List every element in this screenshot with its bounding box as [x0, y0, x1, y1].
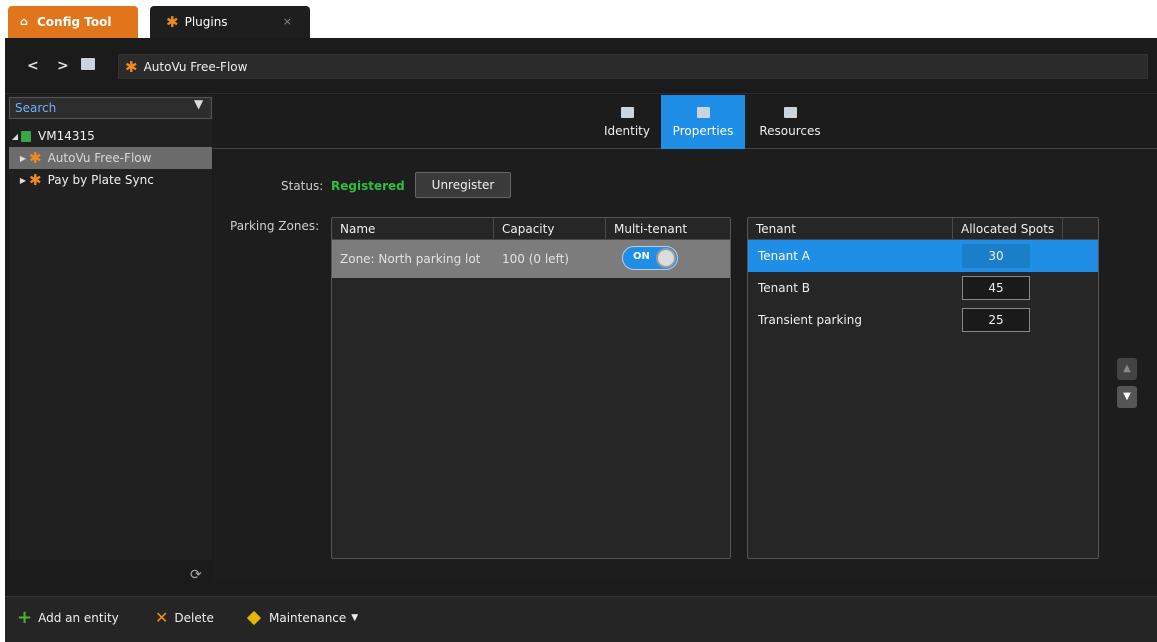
zone-name: Zone: North parking lot [340, 252, 481, 266]
refresh-icon[interactable]: ⟳ [190, 567, 202, 583]
tree-item-autovu-free-flow[interactable]: ▶ ✱ AutoVu Free-Flow [9, 147, 212, 169]
move-down-button[interactable]: ▼ [1117, 386, 1137, 408]
tab-resources[interactable]: Resources [753, 95, 827, 149]
table-row[interactable]: Tenant B 45 [748, 272, 1098, 304]
tree-item-server[interactable]: ◢ VM14315 [9, 125, 212, 147]
address-bar[interactable]: ✱ AutoVu Free-Flow [118, 54, 1148, 79]
entity-tree: ◢ VM14315 ▶ ✱ AutoVu Free-Flow ▶ ✱ Pay b… [9, 125, 212, 191]
navigation-bar: < > ✱ AutoVu Free-Flow [5, 38, 1157, 94]
allocated-spots-input[interactable]: 25 [962, 308, 1030, 332]
plugin-star-icon: ✱ [125, 57, 138, 76]
tasks-icon[interactable] [81, 58, 95, 70]
table-row[interactable]: Transient parking 25 [748, 304, 1098, 336]
tab-config-tool[interactable]: ⌂ Config Tool [8, 6, 138, 38]
column-header-tenant[interactable]: Tenant [748, 218, 953, 239]
tab-plugins[interactable]: ✱ Plugins × [150, 6, 310, 38]
tenant-name: Tenant B [758, 281, 810, 295]
content-area: Identity Properties Resources Status: Re… [213, 95, 1157, 579]
tenants-table: Tenant Allocated Spots Tenant A 30 Tenan… [747, 217, 1099, 559]
main-window: < > ✱ AutoVu Free-Flow Search ▼ ◢ VM1431… [5, 38, 1157, 642]
resources-icon [783, 106, 797, 118]
forward-button[interactable]: > [57, 58, 69, 74]
move-up-button[interactable]: ▲ [1117, 358, 1137, 380]
bottom-toolbar: + Add an entity ✕ Delete Maintenance ▼ [5, 596, 1157, 642]
expand-arrow-icon[interactable]: ▶ [17, 154, 29, 163]
allocated-spots-input[interactable]: 45 [962, 276, 1030, 300]
column-header-capacity[interactable]: Capacity [494, 218, 606, 239]
status-value: Registered [331, 179, 405, 193]
multi-tenant-toggle[interactable]: ON [622, 245, 678, 270]
parking-zones-table: Name Capacity Multi-tenant Zone: North p… [331, 217, 731, 559]
chevron-down-icon: ▼ [351, 613, 359, 623]
tab-identity[interactable]: Identity [598, 95, 656, 149]
unregister-button[interactable]: Unregister [415, 172, 511, 198]
tab-plugins-label: Plugins [184, 15, 228, 29]
entity-tree-panel: Search ▼ ◢ VM14315 ▶ ✱ AutoVu Free-Flow … [9, 95, 212, 560]
search-input[interactable]: Search [9, 97, 212, 119]
column-header-name[interactable]: Name [332, 218, 494, 239]
content-tabs: Identity Properties Resources [213, 95, 1157, 149]
tenant-name: Tenant A [758, 249, 810, 263]
tab-config-tool-label: Config Tool [37, 15, 112, 29]
address-text: AutoVu Free-Flow [143, 59, 248, 74]
identity-icon [620, 106, 634, 118]
tab-label: Identity [604, 123, 650, 138]
server-icon [21, 130, 31, 142]
column-header-allocated-spots[interactable]: Allocated Spots [953, 218, 1063, 239]
plugin-star-icon: ✱ [29, 171, 42, 189]
tree-item-label: VM14315 [38, 129, 95, 143]
column-header-multi-tenant[interactable]: Multi-tenant [606, 218, 730, 239]
toggle-knob [656, 247, 676, 268]
expand-arrow-icon[interactable]: ▶ [17, 176, 29, 185]
add-entity-button[interactable]: + Add an entity [17, 607, 119, 628]
tab-label: Resources [759, 123, 821, 138]
parking-zones-label: Parking Zones: [230, 219, 320, 233]
maintenance-icon [246, 610, 262, 626]
back-button[interactable]: < [27, 58, 39, 74]
delete-label: Delete [174, 611, 214, 625]
tab-strip: ⌂ Config Tool ✱ Plugins × [0, 0, 1157, 38]
add-entity-label: Add an entity [38, 611, 119, 625]
plus-icon: + [17, 607, 33, 628]
table-header: Tenant Allocated Spots [748, 218, 1098, 240]
delete-x-icon: ✕ [155, 608, 169, 627]
tenant-name: Transient parking [758, 313, 862, 327]
close-tab-icon[interactable]: × [283, 15, 292, 28]
tree-item-label: AutoVu Free-Flow [47, 151, 152, 165]
tree-item-label: Pay by Plate Sync [47, 173, 154, 187]
delete-button[interactable]: ✕ Delete [155, 608, 214, 627]
toggle-state-label: ON [633, 250, 650, 262]
tab-label: Properties [672, 123, 734, 138]
plugin-star-icon: ✱ [29, 149, 42, 167]
tab-properties[interactable]: Properties [661, 95, 745, 149]
zone-capacity: 100 (0 left) [502, 252, 569, 266]
status-label: Status: [281, 179, 324, 193]
allocated-spots-input[interactable]: 30 [962, 244, 1030, 268]
table-header: Name Capacity Multi-tenant [332, 218, 730, 240]
plugin-star-icon: ✱ [166, 13, 179, 31]
table-row[interactable]: Zone: North parking lot 100 (0 left) ON [332, 240, 730, 278]
filter-icon[interactable]: ▼ [194, 98, 206, 111]
collapse-arrow-icon[interactable]: ◢ [9, 132, 21, 141]
properties-icon [696, 106, 710, 118]
table-row[interactable]: Tenant A 30 [748, 240, 1098, 272]
maintenance-button[interactable]: Maintenance ▼ [246, 610, 359, 626]
home-icon: ⌂ [20, 15, 28, 28]
tree-item-pay-by-plate-sync[interactable]: ▶ ✱ Pay by Plate Sync [9, 169, 212, 191]
maintenance-label: Maintenance [269, 611, 347, 625]
